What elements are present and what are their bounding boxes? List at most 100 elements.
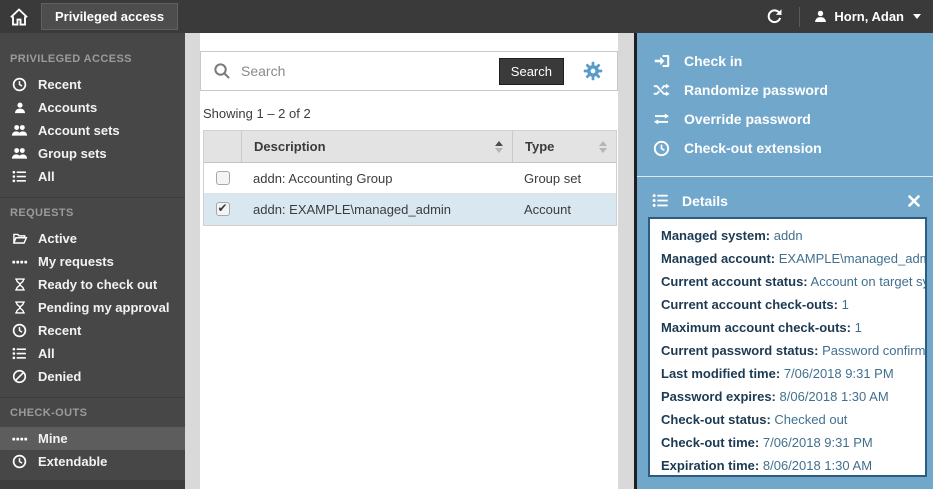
header-checkbox-column [204, 131, 241, 162]
sidebar-item-all[interactable]: All [0, 165, 185, 188]
detail-field: Maximum account check-outs: 1 [661, 319, 862, 335]
table-row[interactable]: addn: Accounting Group Group set [204, 163, 616, 194]
detail-field: Check-out time: 7/06/2018 9:31 PM [661, 434, 873, 450]
check-out-extension-button[interactable]: Check-out extension [637, 134, 933, 163]
detail-field: Check-out status: Checked out [661, 411, 848, 427]
sidebar-item-account-sets[interactable]: Account sets [0, 119, 185, 142]
randomize-password-button[interactable]: Randomize password [637, 75, 933, 104]
sidebar-footer [0, 480, 185, 489]
sort-icon [599, 140, 607, 153]
clock-icon [11, 454, 28, 469]
detail-field: Current account status: Account on targe… [661, 273, 925, 289]
sidebar: PRIVILEGED ACCESS Recent Accounts Accoun… [0, 33, 185, 489]
sidebar-item-recent-requests[interactable]: Recent [0, 319, 185, 342]
sidebar-section-check-outs: CHECK-OUTS Mine Extendable [0, 397, 185, 473]
row-checkbox[interactable] [215, 171, 230, 185]
table-row[interactable]: addn: EXAMPLE\managed_admin Account [204, 194, 616, 225]
clock-icon [11, 77, 28, 92]
topbar-divider [799, 6, 801, 27]
column-header-type[interactable]: Type [512, 131, 616, 162]
detail-field: Managed system: addn [661, 227, 803, 243]
section-title: CHECK-OUTS [10, 407, 88, 419]
sidebar-item-label: Group sets [38, 146, 107, 161]
action-panel: Check in Randomize password Override pas… [634, 33, 933, 489]
section-title: PRIVILEGED ACCESS [10, 53, 132, 65]
sidebar-item-label: Recent [38, 323, 82, 338]
action-label: Check in [684, 52, 743, 69]
details-panel: Managed system: addn Managed account: EX… [648, 216, 927, 477]
search-box: Search [200, 51, 618, 91]
sidebar-item-all-requests[interactable]: All [0, 342, 185, 365]
topbar: Privileged access Horn, Adan [0, 0, 933, 33]
close-icon[interactable] [908, 194, 920, 207]
cell-description: addn: Accounting Group [253, 170, 393, 186]
results-summary: Showing 1 – 2 of 2 [203, 106, 311, 121]
sidebar-item-recent[interactable]: Recent [0, 73, 185, 96]
sidebar-item-ready-to-check-out[interactable]: Ready to check out [0, 273, 185, 296]
sidebar-item-label: Account sets [38, 123, 120, 138]
list-icon [11, 346, 28, 361]
sidebar-item-denied[interactable]: Denied [0, 365, 185, 388]
sidebar-item-label: Extendable [38, 454, 108, 469]
list-icon [11, 169, 28, 184]
user-menu[interactable]: Horn, Adan [813, 9, 921, 24]
section-title: REQUESTS [10, 207, 74, 219]
sidebar-item-label: All [38, 346, 55, 361]
detail-field: Current account check-outs: 1 [661, 296, 849, 312]
sidebar-item-mine[interactable]: Mine [0, 427, 185, 450]
sidebar-section-privileged-access: PRIVILEGED ACCESS Recent Accounts Accoun… [0, 44, 185, 188]
users-icon [11, 146, 28, 161]
detail-field: Password expires: 8/06/2018 1:30 AM [661, 388, 889, 404]
sidebar-item-label: Ready to check out [38, 277, 158, 292]
sidebar-item-active[interactable]: Active [0, 227, 185, 250]
folder-open-icon [11, 231, 28, 246]
details-header: Details [637, 187, 933, 215]
sidebar-item-label: Denied [38, 369, 82, 384]
search-input[interactable] [241, 63, 499, 79]
sidebar-item-my-requests[interactable]: My requests [0, 250, 185, 273]
check-in-button[interactable]: Check in [637, 46, 933, 75]
refresh-icon [766, 8, 783, 25]
cell-type: Account [524, 201, 571, 217]
sidebar-item-label: Mine [38, 431, 68, 446]
cell-type: Group set [524, 170, 582, 186]
sidebar-item-accounts[interactable]: Accounts [0, 96, 185, 119]
dots-icon [11, 432, 28, 446]
gear-icon[interactable] [583, 61, 603, 81]
sidebar-item-group-sets[interactable]: Group sets [0, 142, 185, 165]
content-area: Search Search Showing 1 – 2 of 2 Descrip… [185, 33, 634, 489]
table-header-row: Description Type [204, 131, 616, 163]
action-label: Check-out extension [684, 140, 822, 157]
detail-field: Expiration time: 8/06/2018 1:30 AM [661, 457, 873, 473]
sidebar-item-label: Active [38, 231, 78, 246]
column-header-description[interactable]: Description [241, 131, 512, 162]
cell-description: addn: EXAMPLE\managed_admin [253, 201, 452, 217]
home-icon [9, 7, 29, 27]
details-title: Details [682, 192, 728, 209]
action-label: Override password [684, 110, 811, 127]
results-table: Description Type addn: Accounting Group … [203, 130, 617, 226]
sidebar-section-requests: REQUESTS Active My requests Ready to che… [0, 197, 185, 388]
detail-field: Current password status: Password confir… [661, 342, 925, 358]
users-icon [11, 123, 28, 138]
row-checkbox[interactable] [215, 202, 230, 216]
override-password-button[interactable]: Override password [637, 104, 933, 133]
sidebar-item-extendable[interactable]: Extendable [0, 450, 185, 473]
check-in-icon [652, 53, 671, 69]
app-window: Privileged access Horn, Adan PRIVILEGED … [0, 0, 933, 489]
clock-icon [652, 140, 671, 157]
user-icon [813, 9, 828, 24]
panel-divider [637, 175, 933, 177]
refresh-button[interactable] [762, 5, 786, 29]
home-button[interactable] [0, 0, 38, 33]
sidebar-item-pending-my-approval[interactable]: Pending my approval [0, 296, 185, 319]
exchange-icon [652, 111, 671, 127]
dots-icon [11, 255, 28, 269]
sidebar-item-label: Accounts [38, 100, 98, 115]
user-icon [11, 101, 28, 115]
ban-icon [11, 369, 28, 384]
shuffle-icon [652, 82, 671, 98]
privileged-access-button[interactable]: Privileged access [41, 3, 179, 30]
search-button[interactable]: Search [498, 57, 564, 85]
sort-asc-icon [495, 140, 503, 153]
